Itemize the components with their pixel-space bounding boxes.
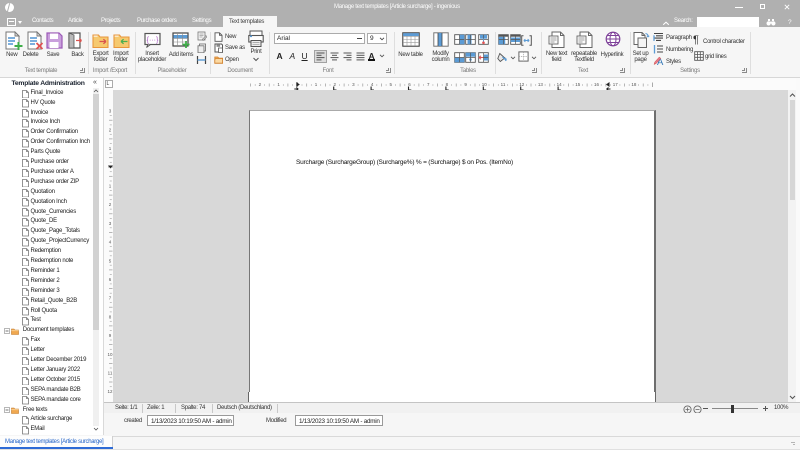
svg-text:1: 1 <box>109 184 112 189</box>
svg-text:10: 10 <box>482 82 488 87</box>
svg-text:17: 17 <box>613 82 619 87</box>
svg-text:8: 8 <box>109 314 112 319</box>
svg-text:12: 12 <box>519 82 525 87</box>
svg-text:4: 4 <box>109 240 112 245</box>
svg-text:11: 11 <box>501 82 506 87</box>
svg-text:1: 1 <box>109 146 112 151</box>
svg-text:2: 2 <box>109 202 112 207</box>
svg-text:2: 2 <box>333 82 336 87</box>
svg-text:5: 5 <box>390 82 393 87</box>
svg-text:9: 9 <box>464 82 467 87</box>
svg-text:7: 7 <box>427 82 430 87</box>
svg-text:3: 3 <box>352 82 355 87</box>
svg-text:13: 13 <box>538 82 544 87</box>
svg-text:6: 6 <box>408 82 411 87</box>
svg-text:3: 3 <box>109 221 112 226</box>
svg-text:9: 9 <box>109 333 112 338</box>
svg-text:2: 2 <box>109 127 112 132</box>
svg-text:8: 8 <box>446 82 449 87</box>
svg-text:5: 5 <box>109 258 112 263</box>
svg-text:1: 1 <box>315 82 318 87</box>
svg-text:15: 15 <box>575 82 581 87</box>
svg-text:1: 1 <box>277 82 280 87</box>
svg-text:3: 3 <box>109 109 112 114</box>
svg-text:{···}: {···} <box>147 37 159 44</box>
svg-text:14: 14 <box>557 82 563 87</box>
svg-text:4: 4 <box>371 82 374 87</box>
svg-text:16: 16 <box>594 82 600 87</box>
svg-text:6: 6 <box>109 277 112 282</box>
svg-text:18: 18 <box>631 82 637 87</box>
svg-text:2: 2 <box>259 82 262 87</box>
svg-text:7: 7 <box>109 296 112 301</box>
